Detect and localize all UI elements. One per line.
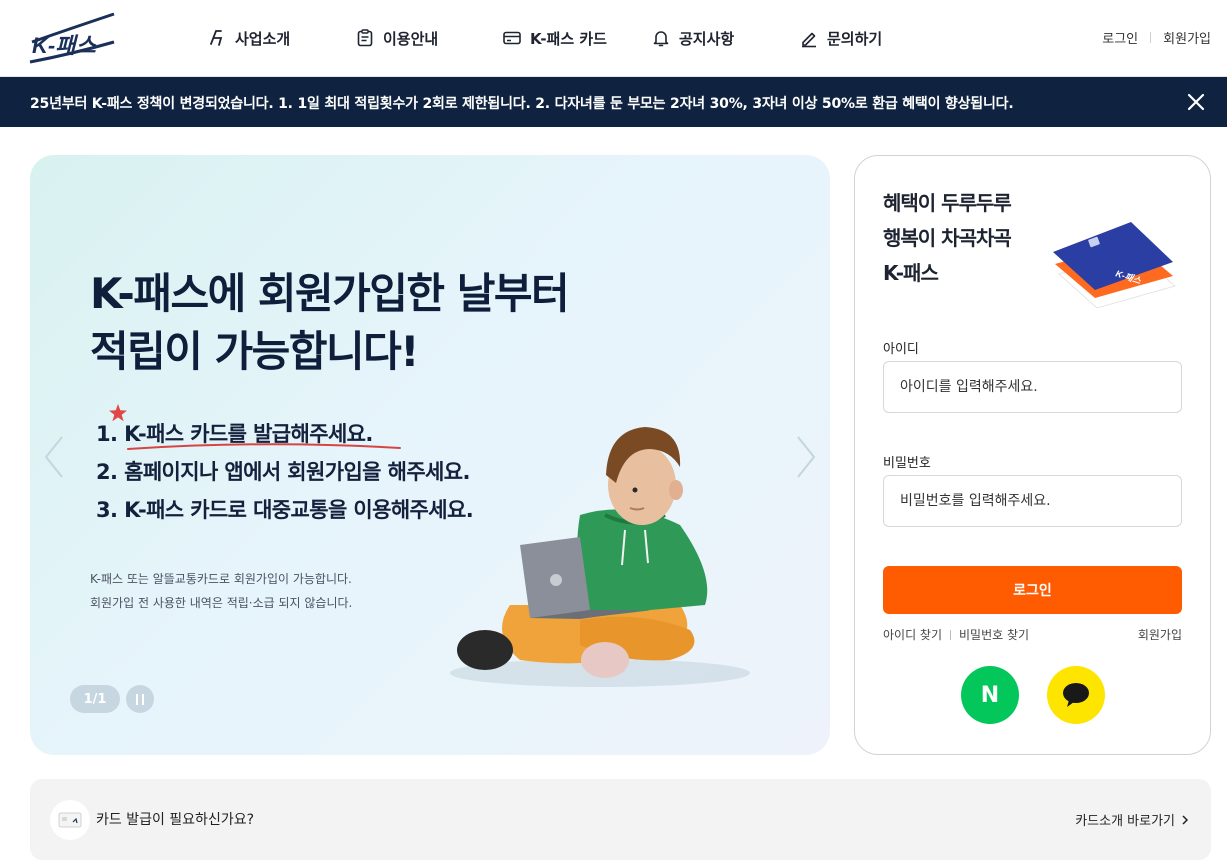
find-password-link[interactable]: 비밀번호 찾기 <box>959 626 1029 643</box>
underline-decoration <box>127 443 401 450</box>
card-banner-icon-wrap <box>50 800 90 840</box>
hero-note-line: K-패스 또는 알뜰교통카드로 회원가입이 가능합니다. <box>90 572 352 586</box>
pause-icon <box>142 693 144 705</box>
k-pass-logo[interactable]: K-패스 <box>28 12 116 64</box>
signup-link[interactable]: 회원가입 <box>1138 626 1182 643</box>
id-input[interactable] <box>883 361 1182 413</box>
hero-step: 3. K-패스 카드로 대중교통을 이용해주세요. <box>96 498 474 522</box>
hero-title: K-패스에 회원가입한 날부터 적립이 가능합니다! <box>90 269 570 376</box>
close-icon[interactable] <box>1185 91 1207 113</box>
nav-item-inquiry[interactable]: 문의하기 <box>799 24 882 52</box>
hero-banner: K-패스에 회원가입한 날부터 적립이 가능합니다! 1. K-패스 카드를 발… <box>30 155 830 755</box>
card-icon <box>503 31 521 45</box>
nav-label: 문의하기 <box>827 29 883 48</box>
k-pass-symbol-icon <box>210 30 223 46</box>
k-pass-card-illustration: K-패스 <box>1053 222 1177 309</box>
slide-controls: 1/1 <box>70 685 154 713</box>
nav-label: 공지사항 <box>679 29 735 48</box>
nav-label: 사업소개 <box>235 29 291 48</box>
pause-icon <box>136 693 138 705</box>
next-slide-icon[interactable] <box>792 433 820 481</box>
password-label: 비밀번호 <box>883 456 931 471</box>
naver-login-button[interactable]: N <box>961 666 1019 724</box>
hero-steps: 1. K-패스 카드를 발급해주세요. 2. 홈페이지나 앱에서 회원가입을 해… <box>96 415 474 529</box>
kakao-login-button[interactable] <box>1047 666 1105 724</box>
find-id-link[interactable]: 아이디 찾기 <box>883 626 942 643</box>
nav-item-about[interactable]: 사업소개 <box>207 24 290 52</box>
kakao-talk-icon <box>1063 683 1089 707</box>
naver-icon: N <box>980 682 1000 708</box>
login-tagline: 혜택이 두루두루 행복이 차곡차곡 K-패스 <box>883 191 1012 285</box>
password-input[interactable] <box>883 475 1182 527</box>
nav-item-notice[interactable]: 공지사항 <box>651 24 734 52</box>
notice-text: 25년부터 K-패스 정책이 변경되었습니다. 1. 1일 최대 적립횟수가 2… <box>30 96 1014 112</box>
card-icon <box>58 812 82 828</box>
card-intro-link-label: 카드소개 바로가기 <box>1075 814 1175 829</box>
login-submit-button[interactable]: 로그인 <box>883 566 1182 614</box>
nav-label: 이용안내 <box>383 29 439 48</box>
bell-icon <box>653 31 669 47</box>
header-auth-links: 로그인 회원가입 <box>1102 28 1211 47</box>
slide-pager: 1/1 <box>70 685 120 713</box>
nav-item-card[interactable]: K-패스 카드 <box>502 24 607 52</box>
nav-label: K-패스 카드 <box>530 29 607 48</box>
site-header: K-패스 사업소개 이용안내 K-패스 카드 공지사항 문의하기 로그인 회원가… <box>0 0 1227 77</box>
id-label: 아이디 <box>883 342 919 357</box>
card-intro-link[interactable]: 카드소개 바로가기 <box>1075 810 1189 829</box>
divider <box>1150 32 1152 43</box>
clipboard-icon <box>357 29 373 47</box>
hero-illustration <box>450 427 750 687</box>
pause-button[interactable] <box>126 685 154 713</box>
pencil-icon <box>802 32 816 48</box>
hero-step: 2. 홈페이지나 앱에서 회원가입을 해주세요. <box>96 460 470 484</box>
hero-note-line: 회원가입 전 사용한 내역은 적립·소급 되지 않습니다. <box>90 596 353 610</box>
card-banner-text: 카드 발급이 필요하신가요? <box>96 812 255 828</box>
card-issue-banner: 카드 발급이 필요하신가요? 카드소개 바로가기 <box>30 779 1211 860</box>
login-links: 아이디 찾기 비밀번호 찾기 회원가입 <box>883 626 1182 643</box>
prev-slide-icon[interactable] <box>40 433 68 481</box>
notice-bar: 25년부터 K-패스 정책이 변경되었습니다. 1. 1일 최대 적립횟수가 2… <box>0 77 1227 127</box>
logo-text: K-패스 <box>32 33 97 58</box>
header-login-link[interactable]: 로그인 <box>1102 28 1138 47</box>
login-panel: 혜택이 두루두루 행복이 차곡차곡 K-패스 K-패스 아이디 비밀번호 로그인… <box>854 155 1211 755</box>
header-signup-link[interactable]: 회원가입 <box>1163 28 1211 47</box>
chevron-right-icon <box>1182 814 1189 825</box>
hero-note: K-패스 또는 알뜰교통카드로 회원가입이 가능합니다. 회원가입 전 사용한 … <box>90 567 352 615</box>
nav-item-guide[interactable]: 이용안내 <box>355 24 438 52</box>
divider <box>950 629 952 640</box>
